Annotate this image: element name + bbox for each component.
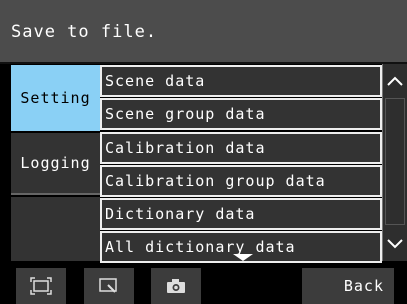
message-bar: Save to file. xyxy=(0,0,407,64)
scroll-track[interactable] xyxy=(385,98,405,225)
chevron-up-icon xyxy=(387,76,403,86)
capture-button[interactable] xyxy=(151,268,201,304)
list-item-scene-data[interactable]: Scene data xyxy=(100,65,382,97)
list-scrollbar[interactable] xyxy=(382,64,407,261)
tab-setting[interactable]: Setting xyxy=(11,65,100,131)
fullscreen-button[interactable] xyxy=(16,268,66,304)
fullscreen-icon xyxy=(30,277,52,295)
scroll-up-button[interactable] xyxy=(383,66,407,96)
list-item-calibration-data[interactable]: Calibration data xyxy=(100,132,382,164)
bottom-toolbar: Back xyxy=(0,263,407,304)
back-button-label: Back xyxy=(343,277,384,295)
list-item-scene-group-data[interactable]: Scene group data xyxy=(100,98,382,130)
tab-empty-slot xyxy=(11,197,100,261)
chevron-down-icon xyxy=(387,239,403,249)
camera-icon xyxy=(167,279,185,293)
more-items-marker xyxy=(233,254,253,261)
tab-logging[interactable]: Logging xyxy=(11,133,100,195)
list-item-dictionary-data[interactable]: Dictionary data xyxy=(100,198,382,230)
tab-logging-label: Logging xyxy=(20,154,91,172)
zoom-window-icon xyxy=(99,278,117,293)
list-item-calibration-group-data[interactable]: Calibration group data xyxy=(100,165,382,197)
tab-setting-label: Setting xyxy=(20,89,91,107)
zoom-window-button[interactable] xyxy=(84,268,134,304)
scroll-down-button[interactable] xyxy=(383,229,407,259)
save-to-file-screen: Save to file. Setting Logging Scene data… xyxy=(0,0,407,304)
back-button[interactable]: Back xyxy=(302,268,394,304)
message-text: Save to file. xyxy=(11,22,158,42)
